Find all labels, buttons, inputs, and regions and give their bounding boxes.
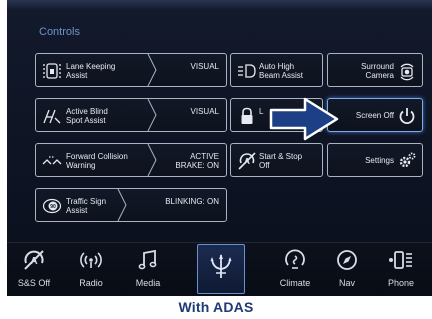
compass-icon	[323, 247, 371, 273]
section-title: Controls	[39, 26, 80, 38]
figure-caption: With ADAS	[178, 299, 254, 315]
camera-icon	[397, 61, 417, 81]
blind-spot-value: VISUAL	[190, 107, 219, 116]
pointer-arrow	[269, 97, 339, 141]
settings-tile[interactable]: Settings	[327, 143, 423, 177]
lane-keeping-value: VISUAL	[190, 62, 219, 71]
radio-icon	[67, 247, 115, 273]
nav-label: Phone	[387, 278, 415, 288]
trident-logo-icon	[198, 253, 244, 279]
tile-separator	[147, 99, 157, 131]
nav-label: Climate	[279, 278, 311, 288]
forward-collision-icon	[42, 151, 62, 171]
svg-text:90: 90	[50, 204, 56, 210]
traffic-sign-assist-tile[interactable]: 90 Traffic Sign Assist BLINKING: ON	[35, 188, 227, 222]
traffic-sign-label: Traffic Sign Assist	[66, 197, 107, 215]
nav-media[interactable]: Media	[124, 245, 172, 295]
nav-home-trident[interactable]	[197, 244, 245, 294]
tile-separator	[147, 54, 157, 86]
lane-keeping-label: Lane Keeping Assist	[66, 62, 116, 80]
power-icon	[397, 106, 417, 126]
lock-icon	[237, 106, 257, 126]
start-stop-off-icon: A	[237, 151, 257, 171]
lock-label: L	[259, 107, 264, 116]
auto-high-beam-label: Auto High Beam Assist	[259, 62, 304, 80]
active-blind-spot-tile[interactable]: Active Blind Spot Assist VISUAL	[35, 98, 227, 132]
blind-spot-label: Active Blind Spot Assist	[66, 107, 108, 125]
forward-collision-label: Forward Collision Warning	[66, 152, 128, 170]
tile-separator	[147, 144, 157, 176]
traffic-sign-value: BLINKING: ON	[165, 197, 219, 206]
tile-separator	[117, 189, 127, 221]
start-stop-label: Start & Stop Off	[259, 152, 303, 170]
auto-high-beam-tile[interactable]: Auto High Beam Assist	[230, 53, 323, 87]
start-stop-tile[interactable]: A Start & Stop Off	[230, 143, 323, 177]
phone-icon	[377, 247, 425, 273]
music-note-icon	[124, 247, 172, 273]
forward-collision-tile[interactable]: Forward Collision Warning ACTIVE BRAKE: …	[35, 143, 227, 177]
surround-camera-label: Surround Camera	[361, 62, 394, 80]
nav-nav[interactable]: Nav	[323, 245, 371, 295]
nav-phone[interactable]: Phone	[377, 245, 425, 295]
bottom-nav-bar: A S&S Off Radio Media Climate Nav Phone	[7, 242, 432, 296]
nav-radio[interactable]: Radio	[67, 245, 115, 295]
lane-keeping-icon	[42, 61, 62, 81]
lane-keeping-assist-tile[interactable]: Lane Keeping Assist VISUAL	[35, 53, 227, 87]
settings-label: Settings	[365, 156, 394, 165]
climate-icon	[271, 247, 319, 273]
forward-collision-value: ACTIVE BRAKE: ON	[175, 152, 219, 170]
nav-label: S&S Off	[17, 278, 51, 288]
screen-off-tile[interactable]: Screen Off	[327, 98, 423, 132]
nav-start-stop-off[interactable]: A S&S Off	[10, 245, 58, 295]
nav-label: Nav	[338, 278, 355, 288]
screen-off-label: Screen Off	[355, 111, 394, 120]
start-stop-off-icon: A	[10, 247, 58, 273]
speed-sign-icon: 90	[42, 196, 62, 216]
nav-label: Radio	[79, 278, 103, 288]
nav-label: Media	[135, 278, 161, 288]
surround-camera-tile[interactable]: Surround Camera	[327, 53, 423, 87]
blind-spot-icon	[42, 106, 62, 126]
top-glow	[7, 0, 432, 10]
gears-icon	[397, 151, 417, 171]
high-beam-icon	[237, 61, 257, 81]
nav-climate[interactable]: Climate	[271, 245, 319, 295]
